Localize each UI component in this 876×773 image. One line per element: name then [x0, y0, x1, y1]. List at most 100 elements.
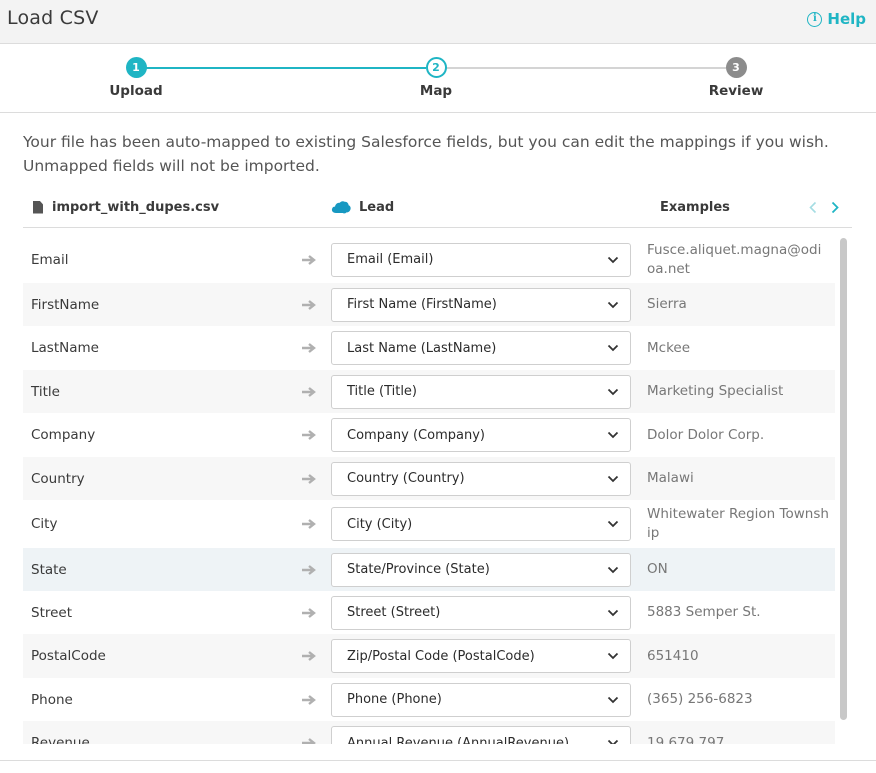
chevron-down-icon	[607, 609, 619, 616]
file-name: import_with_dupes.csv	[52, 199, 220, 215]
help-label: Help	[827, 10, 866, 28]
info-circle-icon: i	[807, 11, 823, 27]
csv-field-name: City	[31, 516, 58, 532]
table-row: Phone Phone (Phone) (365) 256-6823	[23, 678, 835, 721]
csv-field-name: LastName	[31, 340, 99, 356]
step-map[interactable]: 2 Map	[376, 57, 496, 99]
example-value: Malawi	[647, 470, 694, 486]
step-label: Review	[708, 83, 764, 99]
arrow-right-icon	[302, 299, 316, 310]
selected-mapping: Email (Email)	[347, 252, 434, 267]
step-number: 2	[425, 57, 447, 78]
footer-divider	[0, 760, 876, 761]
chevron-down-icon	[607, 388, 619, 395]
selected-mapping: Phone (Phone)	[347, 692, 442, 707]
example-value: Whitewater Region Township	[647, 506, 829, 541]
next-example-button[interactable]	[828, 198, 842, 216]
selected-mapping: State/Province (State)	[347, 562, 490, 577]
arrow-right-icon	[302, 386, 316, 397]
table-row: Street Street (Street) 5883 Semper St.	[23, 591, 835, 634]
csv-field-name: State	[31, 561, 67, 578]
field-mapping-select[interactable]: Title (Title)	[331, 374, 631, 409]
chevron-right-icon	[831, 201, 839, 213]
csv-field-name: PostalCode	[31, 648, 106, 664]
table-row: FirstName First Name (FirstName) Sierra	[23, 283, 835, 326]
page-title: Load CSV	[7, 7, 99, 29]
table-row: Company Company (Company) Dolor Dolor Co…	[23, 413, 835, 457]
step-review[interactable]: 3 Review	[676, 57, 796, 99]
target-object-header: Lead	[331, 192, 394, 222]
chevron-down-icon	[607, 696, 619, 703]
field-mapping-select[interactable]: City (City)	[331, 507, 631, 541]
example-value: Fusce.aliquet.magna@odioa.net	[647, 241, 822, 277]
csv-field-name: Phone	[31, 691, 73, 708]
field-mapping-select[interactable]: Zip/Postal Code (PostalCode)	[331, 639, 631, 673]
example-value: 5883 Semper St.	[647, 604, 761, 620]
table-row: State State/Province (State) ON	[23, 548, 835, 591]
step-label: Map	[419, 83, 453, 99]
selected-mapping: Street (Street)	[347, 605, 441, 620]
selected-mapping: Country (Country)	[347, 471, 465, 486]
csv-field-name: Street	[31, 604, 73, 621]
source-file-header: import_with_dupes.csv	[33, 192, 219, 222]
example-value: ON	[647, 561, 668, 577]
intro-text: Your file has been auto-mapped to existi…	[23, 133, 829, 175]
help-link[interactable]: i Help	[807, 10, 866, 28]
example-value: 651410	[647, 647, 699, 664]
chevron-down-icon	[607, 566, 619, 573]
table-row: LastName Last Name (LastName) Mckee	[23, 326, 835, 370]
arrow-right-icon	[302, 519, 316, 529]
arrow-right-icon	[302, 607, 316, 618]
csv-field-name: Title	[31, 383, 60, 400]
field-mapping-select[interactable]: Last Name (LastName)	[331, 331, 631, 365]
examples-header: Examples	[660, 199, 730, 215]
chevron-down-icon	[607, 344, 619, 352]
field-mapping-select[interactable]: Annual Revenue (AnnualRevenue)	[331, 726, 631, 744]
example-value: Dolor Dolor Corp.	[647, 426, 765, 443]
table-row: Title Title (Title) Marketing Specialist	[23, 370, 835, 413]
field-mapping-select[interactable]: Email (Email)	[331, 242, 631, 277]
field-mapping-select[interactable]: Company (Company)	[331, 418, 631, 452]
object-name: Lead	[359, 199, 395, 215]
chevron-left-icon	[809, 201, 817, 213]
field-mapping-select[interactable]: State/Province (State)	[331, 552, 631, 587]
chevron-down-icon	[607, 739, 619, 744]
table-row: Revenue Annual Revenue (AnnualRevenue) 1…	[23, 721, 835, 744]
field-mapping-select[interactable]: Street (Street)	[331, 595, 631, 630]
selected-mapping: Annual Revenue (AnnualRevenue)	[347, 735, 570, 745]
arrow-right-icon	[302, 430, 316, 440]
previous-example-button[interactable]	[806, 198, 820, 216]
step-label: Upload	[109, 83, 163, 99]
chevron-down-icon	[607, 431, 619, 439]
chevron-down-icon	[607, 652, 619, 660]
csv-field-name: Company	[31, 427, 96, 443]
file-icon	[33, 200, 43, 214]
step-number: 3	[725, 57, 747, 78]
example-value: Mckee	[647, 339, 691, 356]
table-row: Country Country (Country) Malawi	[23, 457, 835, 500]
example-value: Marketing Specialist	[647, 383, 784, 399]
selected-mapping: First Name (FirstName)	[347, 297, 497, 312]
chevron-down-icon	[607, 520, 619, 528]
csv-field-name: Revenue	[31, 735, 90, 744]
arrow-right-icon	[302, 564, 316, 575]
selected-mapping: Company (Company)	[347, 427, 485, 443]
selected-mapping: Zip/Postal Code (PostalCode)	[347, 648, 535, 664]
arrow-right-icon	[302, 473, 316, 484]
step-number: 1	[125, 57, 147, 78]
example-value: Sierra	[647, 296, 687, 312]
table-scrollbar[interactable]	[840, 238, 847, 720]
app-header: Load CSV i Help	[0, 0, 876, 44]
field-mapping-select[interactable]: Phone (Phone)	[331, 682, 631, 717]
field-mapping-select[interactable]: First Name (FirstName)	[331, 287, 631, 322]
table-row: Email Email (Email) Fusce.aliquet.magna@…	[23, 236, 835, 283]
step-upload[interactable]: 1 Upload	[76, 57, 196, 99]
chevron-down-icon	[607, 256, 619, 263]
table-row: City City (City) Whitewater Region Towns…	[23, 500, 835, 548]
chevron-down-icon	[607, 475, 619, 482]
field-mapping-select[interactable]: Country (Country)	[331, 461, 631, 496]
arrow-right-icon	[302, 694, 316, 705]
mapping-table: Email Email (Email) Fusce.aliquet.magna@…	[23, 236, 852, 744]
salesforce-cloud-icon	[331, 201, 351, 214]
chevron-down-icon	[607, 301, 619, 308]
